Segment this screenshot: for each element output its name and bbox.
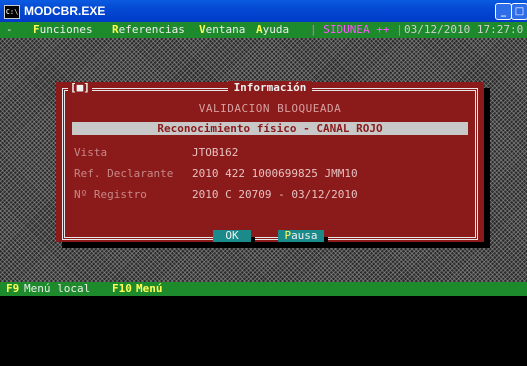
status-bar: F9 Menú local F10 Menú xyxy=(0,282,527,296)
f10-label[interactable]: Menú xyxy=(136,282,163,296)
menu-funciones[interactable]: Funciones xyxy=(33,22,93,38)
menu-bar: - Funciones Referencias Ventana Ayuda | … xyxy=(0,22,527,38)
menu-referencias-hotkey: R xyxy=(112,23,119,36)
menu-ayuda-hotkey: A xyxy=(256,23,263,36)
menu-ventana[interactable]: Ventana xyxy=(199,22,245,38)
console-icon[interactable]: C:\ xyxy=(4,5,20,19)
minimize-button[interactable]: _ xyxy=(495,3,512,20)
f9-label[interactable]: Menú local xyxy=(24,282,90,296)
validation-heading: VALIDACION BLOQUEADA xyxy=(198,102,342,115)
info-dialog: Información [■] VALIDACION BLOQUEADA Rec… xyxy=(56,81,484,248)
dialog-title: Información xyxy=(227,81,313,94)
window-title: MODCBR.EXE xyxy=(24,4,106,18)
channel-banner: Reconocimiento físico - CANAL ROJO xyxy=(72,122,468,135)
menu-funciones-hotkey: F xyxy=(33,23,40,36)
menu-ayuda[interactable]: Ayuda xyxy=(256,22,289,38)
field-label-registro: Nº Registro xyxy=(74,188,147,201)
ok-button[interactable]: OK xyxy=(213,230,251,242)
menu-funciones-label: unciones xyxy=(39,23,93,36)
field-label-vista: Vista xyxy=(74,146,108,159)
menu-referencias[interactable]: Referencias xyxy=(112,22,185,38)
pausa-button[interactable]: Pausa xyxy=(278,230,324,242)
field-value-ref-declarante: 2010 422 1000699825 JMM10 xyxy=(192,167,358,180)
f10-key[interactable]: F10 xyxy=(112,282,132,296)
field-value-registro: 2010 C 20709 - 03/12/2010 xyxy=(192,188,358,201)
dialog-close-button[interactable]: [■] xyxy=(68,82,92,94)
pausa-label: ausa xyxy=(291,229,318,242)
field-label-ref-declarante: Ref. Declarante xyxy=(74,167,174,180)
menu-ventana-hotkey: V xyxy=(199,23,206,36)
window-titlebar[interactable]: C:\ MODCBR.EXE _ □ xyxy=(0,0,527,22)
f9-key[interactable]: F9 xyxy=(6,282,19,296)
session-indicator: | SIDUNEA ++ | xyxy=(310,23,403,36)
field-value-vista: JTOB162 xyxy=(192,146,239,159)
maximize-button[interactable]: □ xyxy=(511,3,527,20)
datetime-display: 03/12/2010 17:27:0 xyxy=(404,23,524,36)
console-area: - Funciones Referencias Ventana Ayuda | … xyxy=(0,22,527,296)
menu-referencias-label: eferencias xyxy=(118,23,185,36)
menu-ventana-label: entana xyxy=(205,23,246,36)
menu-dash: - xyxy=(6,23,13,36)
menu-ayuda-label: yuda xyxy=(262,23,290,36)
